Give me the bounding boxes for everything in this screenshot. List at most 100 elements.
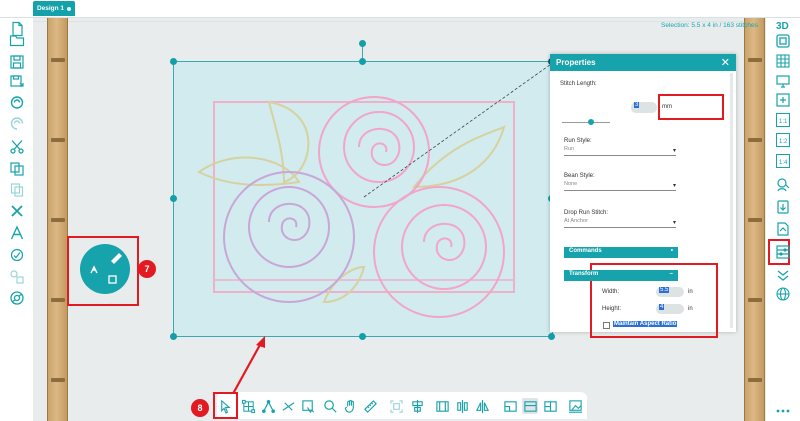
bean-style-select[interactable]: None ▾ [564, 181, 676, 191]
left-toolbar [0, 18, 33, 421]
copy-icon[interactable] [8, 160, 26, 178]
layers-icon[interactable] [774, 220, 792, 238]
pan-hand-icon[interactable] [342, 398, 358, 414]
resize-handle-w[interactable] [170, 195, 177, 202]
maintain-aspect-checkbox[interactable] [603, 322, 610, 329]
maintain-aspect-label: Maintain Aspect Ratio [613, 321, 678, 327]
globe-icon[interactable] [774, 285, 792, 303]
rail-stud [51, 58, 65, 62]
close-icon[interactable]: ✕ [721, 56, 730, 69]
background-image-icon[interactable] [567, 398, 583, 414]
drop-run-select[interactable]: At Anchor ▾ [564, 218, 676, 228]
monitor-icon[interactable] [774, 72, 792, 90]
image-view-icon[interactable] [502, 398, 518, 414]
svg-text:3D: 3D [776, 21, 789, 32]
drop-run-label: Drop Run Stitch: [564, 210, 609, 216]
resize-handle-se[interactable] [548, 333, 555, 340]
paste-icon[interactable] [8, 181, 26, 199]
design-view-icon[interactable] [522, 398, 538, 414]
height-label: Height: [602, 306, 622, 312]
align-icon[interactable] [409, 398, 425, 414]
tab-design-1[interactable]: Design 1 [33, 1, 75, 16]
stitch-length-slider-thumb[interactable] [588, 119, 594, 125]
save-icon[interactable] [8, 53, 26, 71]
fit-selection-icon[interactable] [388, 398, 404, 414]
transform-box-icon[interactable] [240, 398, 256, 414]
resize-handle-nw[interactable] [170, 58, 177, 65]
text-icon[interactable] [8, 224, 26, 242]
more-icon[interactable] [774, 402, 792, 420]
tab-bar: Design 1 [0, 0, 800, 18]
zoom-1-1-icon[interactable]: 1:1 [774, 111, 792, 129]
stitch-type-icon[interactable] [90, 265, 98, 274]
selection-status: Selection: 5.5 x 4 in / 163 stitches [661, 22, 758, 29]
rail-stud [51, 378, 65, 382]
select-box-icon[interactable] [108, 275, 117, 284]
download-icon[interactable] [774, 198, 792, 216]
bottom-toolbar [213, 392, 587, 419]
redo-stitch-icon[interactable] [8, 114, 26, 132]
rail-stud [51, 218, 65, 222]
node-edit-icon[interactable] [260, 398, 276, 414]
fullscreen-icon[interactable] [774, 32, 792, 50]
shapes-icon[interactable] [8, 268, 26, 286]
stitch-icon[interactable] [8, 93, 26, 111]
mirror-icon[interactable] [474, 398, 490, 414]
zoom-1-4-icon[interactable]: 1:4 [774, 152, 792, 170]
distribute-icon[interactable] [454, 398, 470, 414]
commands-section[interactable]: Commands • [564, 247, 678, 258]
open-folder-icon[interactable] [8, 31, 26, 49]
width-input[interactable]: 5.5 [656, 287, 684, 297]
panel-title: Properties [556, 58, 596, 67]
properties-panel: Properties ✕ Stitch Length: 3 mm Run Sty… [550, 54, 736, 338]
selected-design[interactable] [173, 61, 554, 337]
rail-stud [748, 378, 762, 382]
properties-panel-icon[interactable] [774, 243, 792, 261]
select-tool-icon[interactable] [217, 398, 233, 414]
ruler-top [33, 21, 766, 22]
right-toolbar: 3D 1:1 1:2 1:4 [766, 18, 800, 421]
step-badge-7: 7 [138, 260, 156, 278]
rotate-handle[interactable] [359, 40, 366, 47]
cut-icon[interactable] [8, 138, 26, 156]
floating-action-widget[interactable] [80, 244, 130, 294]
run-style-select[interactable]: Run ▾ [564, 146, 676, 156]
stitch-order-icon[interactable] [300, 398, 316, 414]
resize-handle-n[interactable] [359, 58, 366, 65]
tab-modified-dot [67, 6, 72, 11]
run-style-label: Run Style: [564, 138, 592, 144]
svg-text:1:2: 1:2 [779, 139, 788, 145]
trace-icon[interactable] [8, 246, 26, 264]
collapse-icon[interactable] [774, 266, 792, 284]
transform-section[interactable]: Transform – [564, 270, 678, 281]
collapse-section-icon: – [669, 271, 673, 277]
height-input[interactable]: 4 [656, 304, 684, 314]
resize-handle-s[interactable] [359, 333, 366, 340]
zoom-1-2-icon[interactable]: 1:2 [774, 131, 792, 149]
cut-path-icon[interactable] [280, 398, 296, 414]
tab-label: Design 1 [36, 5, 65, 12]
zoom-icon[interactable] [322, 398, 338, 414]
user-icon[interactable] [774, 176, 792, 194]
rail-stud [748, 138, 762, 142]
group-icon[interactable] [434, 398, 450, 414]
stitch-length-slider-track[interactable] [562, 122, 610, 123]
height-unit: in [688, 306, 693, 312]
svg-text:1:4: 1:4 [779, 160, 788, 166]
split-view-icon[interactable] [542, 398, 558, 414]
bean-style-label: Bean Style: [564, 173, 595, 179]
rail-stud [748, 298, 762, 302]
save-as-icon[interactable] [8, 72, 26, 90]
resize-handle-sw[interactable] [170, 333, 177, 340]
grid-icon[interactable] [774, 52, 792, 70]
zoom-fit-icon[interactable] [774, 91, 792, 109]
settings-icon[interactable] [8, 289, 26, 307]
width-unit: in [688, 289, 693, 295]
edit-pencil-icon[interactable] [111, 253, 122, 264]
panel-scrollbar[interactable] [730, 73, 733, 328]
stitch-length-highlight [658, 94, 724, 120]
stitch-length-input[interactable]: 3 [631, 102, 657, 113]
svg-text:1:1: 1:1 [779, 119, 788, 125]
measure-icon[interactable] [362, 398, 378, 414]
delete-icon[interactable] [8, 202, 26, 220]
